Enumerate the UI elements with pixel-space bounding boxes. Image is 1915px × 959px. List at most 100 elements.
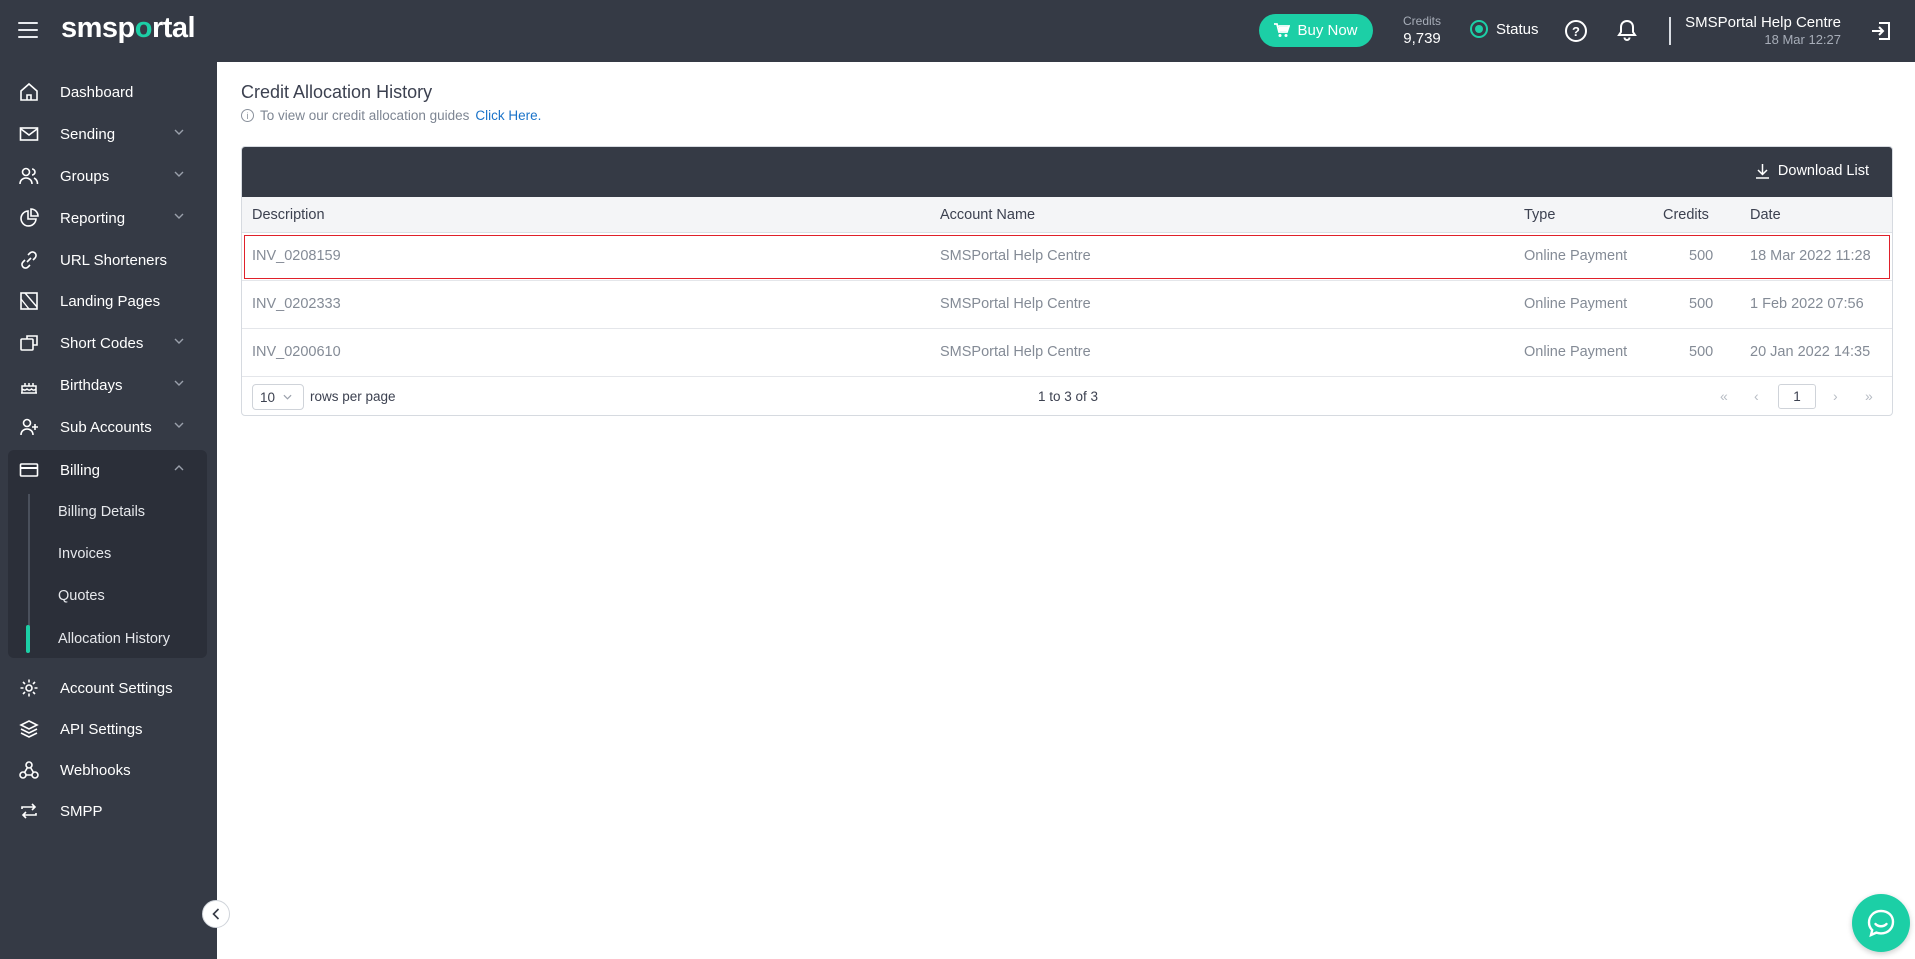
rows-per-page-label: rows per page — [310, 389, 396, 404]
pagination: 10 rows per page 1 to 3 of 3 « ‹ 1 › » — [242, 377, 1892, 415]
chevron-down-icon — [174, 380, 184, 386]
column-header-account-name[interactable]: Account Name — [940, 207, 1035, 223]
cell-date: 1 Feb 2022 07:56 — [1750, 296, 1864, 312]
last-page-icon[interactable]: » — [1865, 388, 1873, 404]
gear-icon — [20, 679, 38, 697]
sidebar-item-url-shorteners[interactable]: URL Shorteners — [0, 240, 217, 280]
sidebar-subitem-label: Quotes — [58, 588, 105, 604]
download-list-button[interactable]: Download List — [1755, 163, 1869, 179]
cell-description: INV_0208159 — [252, 248, 341, 264]
cell-date: 20 Jan 2022 14:35 — [1750, 344, 1871, 360]
user-info[interactable]: SMSPortal Help Centre 18 Mar 12:27 — [1685, 14, 1841, 47]
user-plus-icon — [20, 418, 38, 436]
logout-icon[interactable] — [1871, 21, 1891, 41]
users-icon — [19, 167, 39, 185]
column-header-credits[interactable]: Credits — [1663, 207, 1709, 223]
cell-date: 18 Mar 2022 11:28 — [1750, 248, 1871, 264]
table-row[interactable]: INV_0200610 SMSPortal Help Centre Online… — [242, 329, 1892, 377]
help-icon[interactable]: ? — [1565, 20, 1587, 42]
sidebar-item-label: Dashboard — [60, 83, 134, 101]
sidebar-item-label: Billing — [60, 461, 101, 479]
sidebar-subitem-label: Allocation History — [58, 631, 171, 647]
sidebar-item-account-settings[interactable]: Account Settings — [0, 668, 217, 708]
page-title: Credit Allocation History — [241, 82, 433, 102]
table-row[interactable]: INV_0202333 SMSPortal Help Centre Online… — [242, 281, 1892, 329]
landing-page-icon — [20, 292, 38, 310]
sidebar: Dashboard Sending Groups Reporting URL S… — [0, 62, 217, 959]
info-text: To view our credit allocation guides — [260, 108, 470, 123]
column-header-description[interactable]: Description — [252, 207, 325, 223]
cart-icon — [1274, 23, 1291, 37]
chat-button[interactable] — [1852, 894, 1910, 952]
sidebar-item-billing[interactable]: Billing — [0, 450, 217, 490]
sidebar-item-birthdays[interactable]: Birthdays — [0, 365, 217, 405]
chevron-down-icon — [174, 422, 184, 428]
buy-now-button[interactable]: Buy Now — [1259, 14, 1373, 47]
sidebar-item-label: Sending — [60, 125, 116, 143]
home-icon — [20, 82, 38, 101]
sidebar-item-label: Groups — [60, 167, 110, 185]
sidebar-item-invoices[interactable]: Invoices — [8, 536, 207, 572]
sidebar-item-label: Landing Pages — [60, 292, 161, 310]
info-line: i To view our credit allocation guides C… — [241, 108, 541, 123]
status-button[interactable]: Status — [1470, 20, 1539, 38]
sidebar-item-sending[interactable]: Sending — [0, 114, 217, 154]
sidebar-item-landing-pages[interactable]: Landing Pages — [0, 281, 217, 321]
chevron-down-icon — [174, 338, 184, 344]
column-header-date[interactable]: Date — [1750, 207, 1781, 223]
pie-chart-icon — [20, 208, 39, 227]
divider — [1669, 17, 1671, 45]
sidebar-item-dashboard[interactable]: Dashboard — [0, 72, 217, 112]
page-range: 1 to 3 of 3 — [1038, 389, 1099, 404]
rows-per-page-select[interactable]: 10 — [252, 384, 304, 410]
cell-type: Online Payment — [1524, 248, 1628, 264]
sidebar-item-webhooks[interactable]: Webhooks — [0, 750, 217, 790]
bell-icon[interactable] — [1617, 19, 1637, 41]
cell-credits: 500 — [1689, 344, 1714, 360]
sidebar-subitem-label: Billing Details — [58, 504, 146, 520]
chevron-up-icon — [174, 465, 184, 471]
page-number-button[interactable]: 1 — [1778, 384, 1816, 409]
logo[interactable]: smsportal — [61, 12, 196, 45]
sidebar-item-label: API Settings — [60, 720, 143, 738]
top-bar: smsportal Buy Now Credits 9,739 Status ?… — [0, 0, 1915, 62]
info-icon: i — [241, 109, 254, 122]
sidebar-item-label: Birthdays — [60, 376, 123, 394]
chevron-down-icon — [283, 394, 292, 400]
table-row[interactable]: INV_0208159 SMSPortal Help Centre Online… — [242, 233, 1892, 281]
first-page-icon[interactable]: « — [1720, 388, 1728, 404]
sidebar-item-sub-accounts[interactable]: Sub Accounts — [0, 407, 217, 447]
allocation-table: Download List Description Account Name T… — [241, 146, 1893, 416]
cell-account-name: SMSPortal Help Centre — [940, 296, 1091, 312]
sidebar-item-api-settings[interactable]: API Settings — [0, 709, 217, 749]
credits-value: 9,739 — [1403, 30, 1441, 47]
repeat-icon — [21, 803, 37, 819]
billing-group: Billing Billing Details Invoices Quotes … — [8, 450, 207, 658]
collapse-sidebar-button[interactable] — [202, 900, 230, 928]
column-header-type[interactable]: Type — [1524, 207, 1555, 223]
sidebar-item-short-codes[interactable]: Short Codes — [0, 323, 217, 363]
cell-account-name: SMSPortal Help Centre — [940, 344, 1091, 360]
download-icon — [1755, 164, 1769, 179]
menu-icon[interactable] — [18, 22, 38, 38]
prev-page-icon[interactable]: ‹ — [1754, 388, 1759, 404]
rows-per-page-value: 10 — [260, 389, 276, 405]
sidebar-item-reporting[interactable]: Reporting — [0, 198, 217, 238]
sidebar-item-quotes[interactable]: Quotes — [8, 578, 207, 614]
sidebar-item-billing-details[interactable]: Billing Details — [8, 494, 207, 530]
sidebar-item-smpp[interactable]: SMPP — [0, 791, 217, 831]
guide-link[interactable]: Click Here. — [475, 108, 541, 123]
short-code-icon — [20, 335, 38, 351]
sidebar-item-allocation-history[interactable]: Allocation History — [8, 621, 207, 657]
next-page-icon[interactable]: › — [1833, 388, 1838, 404]
user-name: SMSPortal Help Centre — [1685, 14, 1841, 31]
cell-account-name: SMSPortal Help Centre — [940, 248, 1091, 264]
cell-type: Online Payment — [1524, 296, 1628, 312]
sidebar-item-label: SMPP — [60, 802, 103, 820]
buy-now-label: Buy Now — [1297, 22, 1358, 39]
sidebar-item-groups[interactable]: Groups — [0, 156, 217, 196]
sidebar-item-label: Reporting — [60, 209, 126, 227]
table-header: Description Account Name Type Credits Da… — [242, 197, 1892, 233]
cell-type: Online Payment — [1524, 344, 1628, 360]
status-label: Status — [1496, 20, 1539, 38]
